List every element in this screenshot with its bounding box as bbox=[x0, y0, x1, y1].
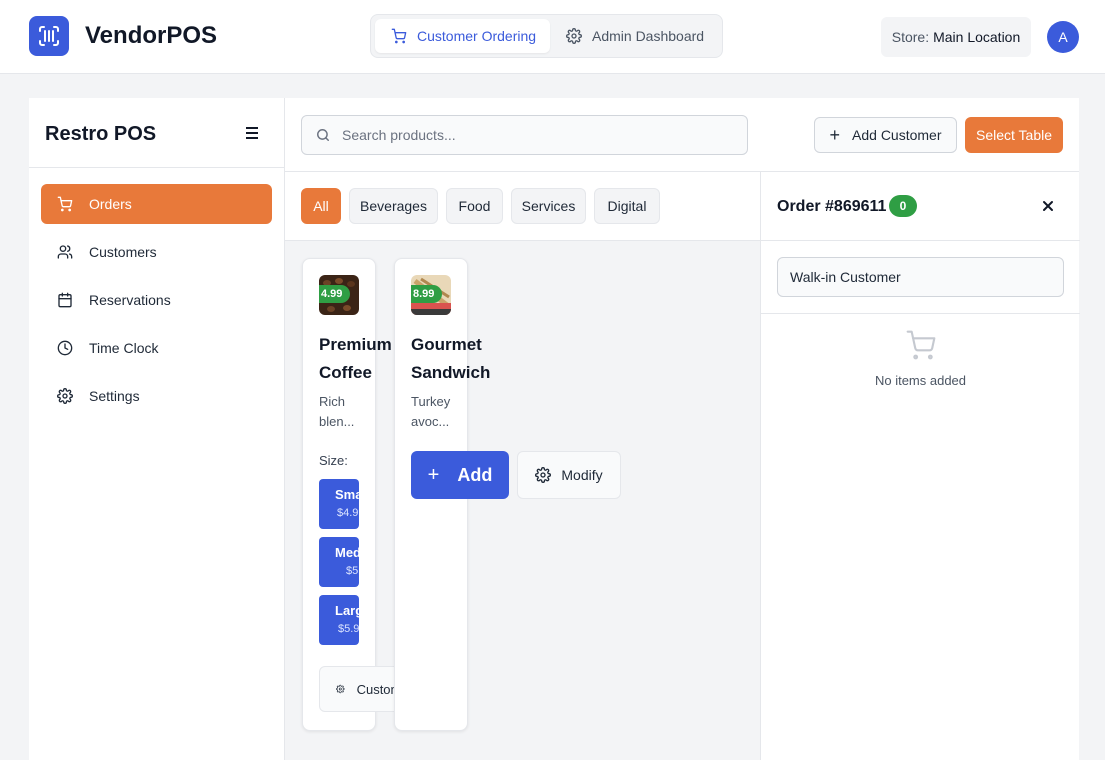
logo bbox=[29, 16, 69, 56]
product-title-line: Coffee bbox=[319, 363, 372, 382]
size-option-large[interactable]: Large $5.99 bbox=[319, 595, 359, 645]
calendar-icon bbox=[58, 292, 72, 308]
product-title: Premium Coffee bbox=[319, 331, 392, 387]
category-services[interactable]: Services bbox=[511, 188, 586, 224]
brand-name: VendorPOS bbox=[85, 22, 218, 49]
category-digital[interactable]: Digital bbox=[594, 188, 660, 224]
size-price: $5.99 bbox=[338, 623, 359, 635]
divider bbox=[761, 313, 1080, 314]
product-title-line: Gourmet bbox=[411, 335, 482, 354]
tab-admin-dashboard[interactable]: Admin Dashboard bbox=[554, 19, 720, 53]
sidebar-item-label: Reservations bbox=[89, 292, 171, 308]
empty-cart-icon bbox=[906, 330, 936, 360]
category-all[interactable]: All bbox=[301, 188, 341, 224]
product-card-coffee[interactable]: 4.99 Premium Coffee Rich blen... Size: S… bbox=[302, 258, 419, 731]
sidebar-item-reservations[interactable]: Reservations bbox=[41, 280, 272, 320]
product-title: Gourmet Sandwich bbox=[411, 331, 490, 387]
scanner-icon bbox=[39, 26, 59, 46]
order-header: Order #869611 0 bbox=[761, 172, 1080, 241]
store-selector[interactable]: Store: Main Location bbox=[881, 17, 1031, 57]
gear-icon bbox=[57, 388, 73, 404]
order-title: Order #869611 bbox=[777, 198, 887, 215]
size-label: Size: bbox=[319, 453, 348, 468]
cart-icon bbox=[391, 28, 407, 44]
category-food[interactable]: Food bbox=[446, 188, 503, 224]
size-price: $4.99 bbox=[337, 507, 359, 519]
product-title-line: Sandwich bbox=[411, 363, 491, 382]
sidebar-item-label: Settings bbox=[89, 388, 140, 404]
modify-label: Modify bbox=[561, 467, 603, 483]
product-title-line: Premium bbox=[319, 335, 392, 354]
order-item-count-badge: 0 bbox=[889, 195, 917, 217]
modify-button[interactable]: Modify bbox=[517, 451, 621, 499]
price-badge: 4.99 bbox=[319, 285, 351, 303]
sidebar-item-settings[interactable]: Settings bbox=[41, 376, 272, 416]
size-name: Large bbox=[335, 603, 359, 618]
price-badge: 8.99 bbox=[411, 285, 443, 303]
product-description: Rich blen... bbox=[319, 392, 354, 432]
menu-icon[interactable] bbox=[244, 125, 260, 141]
sidebar-item-label: Orders bbox=[89, 196, 132, 212]
gear-icon bbox=[336, 684, 345, 694]
cart-icon bbox=[57, 196, 73, 212]
search-bar bbox=[301, 115, 748, 155]
plus-icon: + bbox=[427, 463, 440, 486]
product-description-line: avoc... bbox=[411, 414, 450, 429]
customer-select[interactable]: Walk-in Customer bbox=[777, 257, 1064, 297]
close-icon[interactable] bbox=[1040, 198, 1056, 214]
product-description-line: Rich bbox=[319, 394, 346, 409]
sidebar-item-orders[interactable]: Orders bbox=[41, 184, 272, 224]
sidebar-item-label: Time Clock bbox=[89, 340, 159, 356]
category-filter: All Beverages Food Services Digital bbox=[285, 172, 760, 241]
empty-order-message: No items added bbox=[874, 373, 967, 388]
size-name: Medium bbox=[335, 545, 359, 560]
gear-icon bbox=[535, 467, 552, 483]
top-header: VendorPOS Customer Ordering Admin Dashbo… bbox=[0, 0, 1105, 74]
product-description-line: blen... bbox=[319, 414, 355, 429]
store-label: Store: bbox=[891, 29, 930, 45]
category-beverages[interactable]: Beverages bbox=[349, 188, 438, 224]
product-description: Turkey avoc... bbox=[411, 392, 450, 432]
size-price: $5.49 bbox=[346, 565, 359, 577]
avatar[interactable]: A bbox=[1047, 21, 1079, 53]
gear-icon bbox=[566, 28, 582, 44]
mode-switch: Customer Ordering Admin Dashboard bbox=[370, 14, 723, 58]
size-option-medium[interactable]: Medium $5.49 bbox=[319, 537, 359, 587]
sidebar-item-time-clock[interactable]: Time Clock bbox=[41, 328, 272, 368]
sidebar: Restro POS Orders Customers Reservations… bbox=[29, 98, 285, 760]
users-icon bbox=[57, 245, 73, 259]
add-customer-label: Add Customer bbox=[852, 127, 942, 143]
product-grid: 4.99 Premium Coffee Rich blen... Size: S… bbox=[285, 241, 760, 760]
order-panel: Order #869611 0 Walk-in Customer No item… bbox=[760, 172, 1080, 760]
search-icon bbox=[317, 129, 329, 141]
tab-customer-ordering-label: Customer Ordering bbox=[417, 28, 537, 44]
clock-icon bbox=[57, 340, 73, 356]
store-value: Main Location bbox=[933, 29, 1021, 45]
size-option-small[interactable]: Small $4.99 bbox=[319, 479, 359, 529]
tab-customer-ordering[interactable]: Customer Ordering bbox=[375, 19, 550, 53]
product-description-line: Turkey bbox=[411, 394, 451, 409]
sidebar-item-customers[interactable]: Customers bbox=[41, 232, 272, 272]
plus-icon: + bbox=[829, 125, 841, 145]
add-to-order-button[interactable]: + Add bbox=[411, 451, 509, 499]
add-customer-button[interactable]: + Add Customer bbox=[814, 117, 957, 153]
sidebar-header: Restro POS bbox=[29, 98, 284, 168]
sidebar-item-label: Customers bbox=[89, 244, 157, 260]
search-input[interactable] bbox=[342, 127, 722, 143]
sidebar-title: Restro POS bbox=[45, 123, 157, 145]
product-card-sandwich[interactable]: 8.99 Gourmet Sandwich Turkey avoc... + A… bbox=[394, 258, 621, 731]
select-table-button[interactable]: Select Table bbox=[965, 117, 1063, 153]
tab-admin-dashboard-label: Admin Dashboard bbox=[592, 28, 705, 44]
add-label: Add bbox=[457, 464, 493, 485]
main-panel: + Add Customer Select Table All Beverage… bbox=[285, 98, 1080, 760]
size-name: Small bbox=[335, 487, 359, 502]
